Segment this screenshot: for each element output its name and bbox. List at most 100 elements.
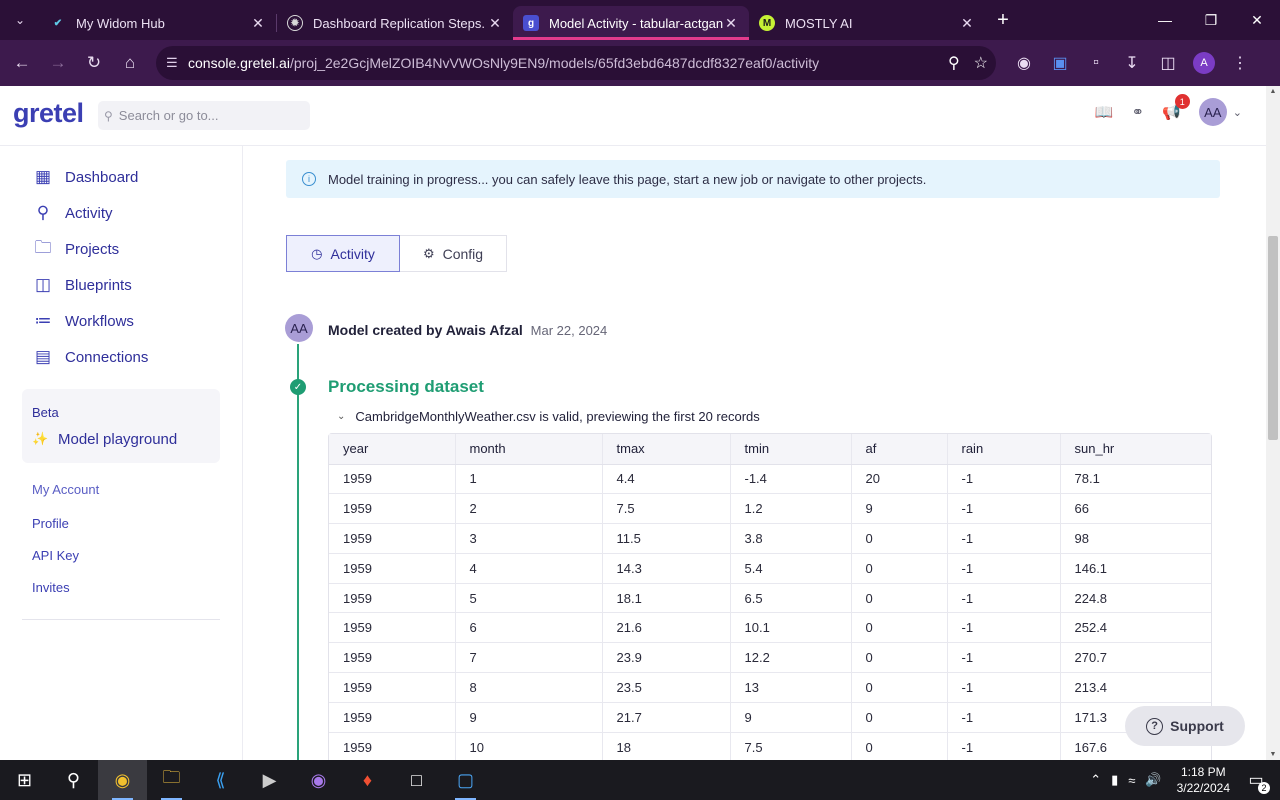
app-header: gretel ⚲ Search or go to... 📖 ⚭ 📢 1 AA ⌄ [0,86,1266,146]
address-bar[interactable]: ☰ console.gretel.ai/proj_2e2GcjMelZOIB4N… [156,46,996,80]
model-created-text: Model created by Awais Afzal [328,322,523,338]
sidebar-item-activity[interactable]: ⚲ Activity [32,201,113,225]
table-cell: 18.1 [602,583,731,614]
scrollbar-thumb[interactable] [1268,236,1278,440]
battery-icon[interactable]: ▮ [1111,772,1118,788]
table-cell: -1 [947,702,1061,733]
window-close-icon[interactable]: ✕ [1234,0,1280,40]
zoom-search-icon[interactable]: ⚲ [948,53,960,73]
scroll-down-icon[interactable]: ▼ [1266,751,1280,758]
table-cell: 252.4 [1060,612,1211,644]
column-header: sun_hr [1060,434,1211,465]
sidebar-item-connections[interactable]: ▤ Connections [32,345,148,369]
sidebar-item-blueprints[interactable]: ◫ Blueprints [32,273,132,297]
table-row: 1959 8 23.5 13 0 -1 213.4 [329,672,1211,703]
browser-tab-active[interactable]: g Model Activity - tabular-actgan ✕ [513,6,749,40]
table-cell: 0 [851,702,948,733]
table-cell: 12.2 [730,642,852,674]
side-panel-icon[interactable]: ◫ [1150,53,1186,73]
close-tab-icon[interactable]: ✕ [487,15,503,32]
windows-start-icon[interactable]: ⊞ [0,760,49,800]
page-scrollbar[interactable]: ▲ ▼ [1266,86,1280,760]
forward-icon[interactable]: → [40,45,76,81]
sidebar-item-workflows[interactable]: ≔ Workflows [32,309,134,333]
clock[interactable]: 1:18 PM 3/22/2024 [1177,764,1230,796]
step-title: Processing dataset [328,377,484,396]
tab-search-chevron-icon[interactable]: ⌄ [0,0,40,40]
sidebar-item-label: Connections [65,348,149,366]
close-tab-icon[interactable]: ✕ [723,15,739,32]
download-icon[interactable]: ↧ [1114,53,1150,73]
tab-config[interactable]: ⚙ Config [400,235,507,272]
column-header: af [851,434,948,465]
reload-icon[interactable]: ↻ [76,45,112,81]
sidebar-item-dashboard[interactable]: ▦ Dashboard [32,165,138,189]
chrome-icon[interactable]: ◉ [98,760,147,800]
my-account-heading[interactable]: My Account [32,482,99,497]
table-cell: 9 [851,493,948,525]
table-cell: 9 [730,702,852,733]
table-cell: 66 [1060,493,1211,525]
site-info-icon[interactable]: ☰ [166,55,188,71]
headset-icon[interactable]: ⚭ [1132,103,1145,121]
minimize-icon[interactable]: — [1142,0,1188,40]
sidebar-item-label: Projects [65,240,120,258]
gretel-logo[interactable]: gretel [13,98,84,129]
table-cell: 1959 [329,553,456,584]
table-cell: 23.9 [602,642,731,674]
chevron-down-icon[interactable]: ⌄ [1233,106,1242,119]
close-tab-icon[interactable]: ✕ [250,15,266,32]
table-cell: 4.4 [602,464,731,495]
table-cell: 0 [851,672,948,703]
sidebar-item-model-playground[interactable]: ✨ Model playground [32,429,177,449]
user-avatar[interactable]: AA [1198,98,1227,126]
account-link-api-key[interactable]: API Key [32,548,79,563]
search-input[interactable]: ⚲ Search or go to... [98,101,310,130]
sidebar-item-label: Workflows [65,312,134,330]
table-header-row: year month tmax tmin af rain sun_hr [329,434,1211,465]
volume-icon[interactable]: 🔊 [1145,772,1161,788]
sidebar: ▦ Dashboard ⚲ Activity 🗀 Projects ◫ Blue… [0,146,243,760]
profile-avatar[interactable]: A [1186,52,1222,74]
account-link-profile[interactable]: Profile [32,516,69,531]
docs-book-icon[interactable]: 📖 [1095,103,1114,121]
sidebar-item-projects[interactable]: 🗀 Projects [32,237,120,261]
support-button[interactable]: ? Support [1125,706,1245,746]
browser-tab[interactable]: ✹ Dashboard Replication Steps. ✕ [277,6,513,40]
browser-menu-icon[interactable]: ⋮ [1222,53,1258,73]
git-tool-icon[interactable]: ♦ [343,760,392,800]
table-cell: 13 [730,672,852,703]
photos-icon[interactable]: ▢ [441,760,490,800]
account-link-invites[interactable]: Invites [32,580,70,595]
new-tab-icon[interactable]: + [985,9,1021,32]
restore-icon[interactable]: ❐ [1188,0,1234,40]
search-icon[interactable]: ⚲ [49,760,98,800]
vscode-icon[interactable]: ⟪ [196,760,245,800]
table-cell: 9 [455,702,603,733]
notepad-icon[interactable]: □ [392,760,441,800]
browser-toolbar: ← → ↻ ⌂ ☰ console.gretel.ai/proj_2e2GcjM… [0,40,1280,86]
browser-tab[interactable]: M MOSTLY AI ✕ [749,6,985,40]
terminal-icon[interactable]: ▶ [245,760,294,800]
tab-activity[interactable]: ◷ Activity [286,235,400,272]
notification-center-icon[interactable]: ▭ 2 [1242,770,1270,794]
scroll-up-icon[interactable]: ▲ [1266,88,1280,95]
bitwarden-extension-icon[interactable]: ▣ [1042,53,1078,73]
close-tab-icon[interactable]: ✕ [959,15,975,32]
announcements-icon[interactable]: 📢 1 [1162,94,1190,121]
extensions-puzzle-icon[interactable]: ▫ [1078,54,1114,72]
dataset-preview-toggle[interactable]: ⌄ CambridgeMonthlyWeather.csv is valid, … [337,409,760,424]
spy-extension-icon[interactable]: ◉ [1006,53,1042,73]
back-icon[interactable]: ← [4,45,40,81]
github-desktop-icon[interactable]: ◉ [294,760,343,800]
wifi-icon[interactable]: ≈ [1128,773,1135,788]
table-row: 1959 1 4.4 -1.4 20 -1 78.1 [329,464,1211,495]
bookmark-star-icon[interactable]: ☆ [974,53,988,73]
url-path: /proj_2e2GcjMelZOIB4NvVWOsNly9EN9/models… [289,55,820,71]
chevron-up-icon[interactable]: ⌃ [1090,772,1101,788]
home-icon[interactable]: ⌂ [112,45,148,81]
browser-tab[interactable]: ✔ My Widom Hub ✕ [40,6,276,40]
file-explorer-icon[interactable]: 🗀 [147,760,196,800]
dashboard-icon: ▦ [34,167,52,186]
table-cell: 0 [851,583,948,614]
